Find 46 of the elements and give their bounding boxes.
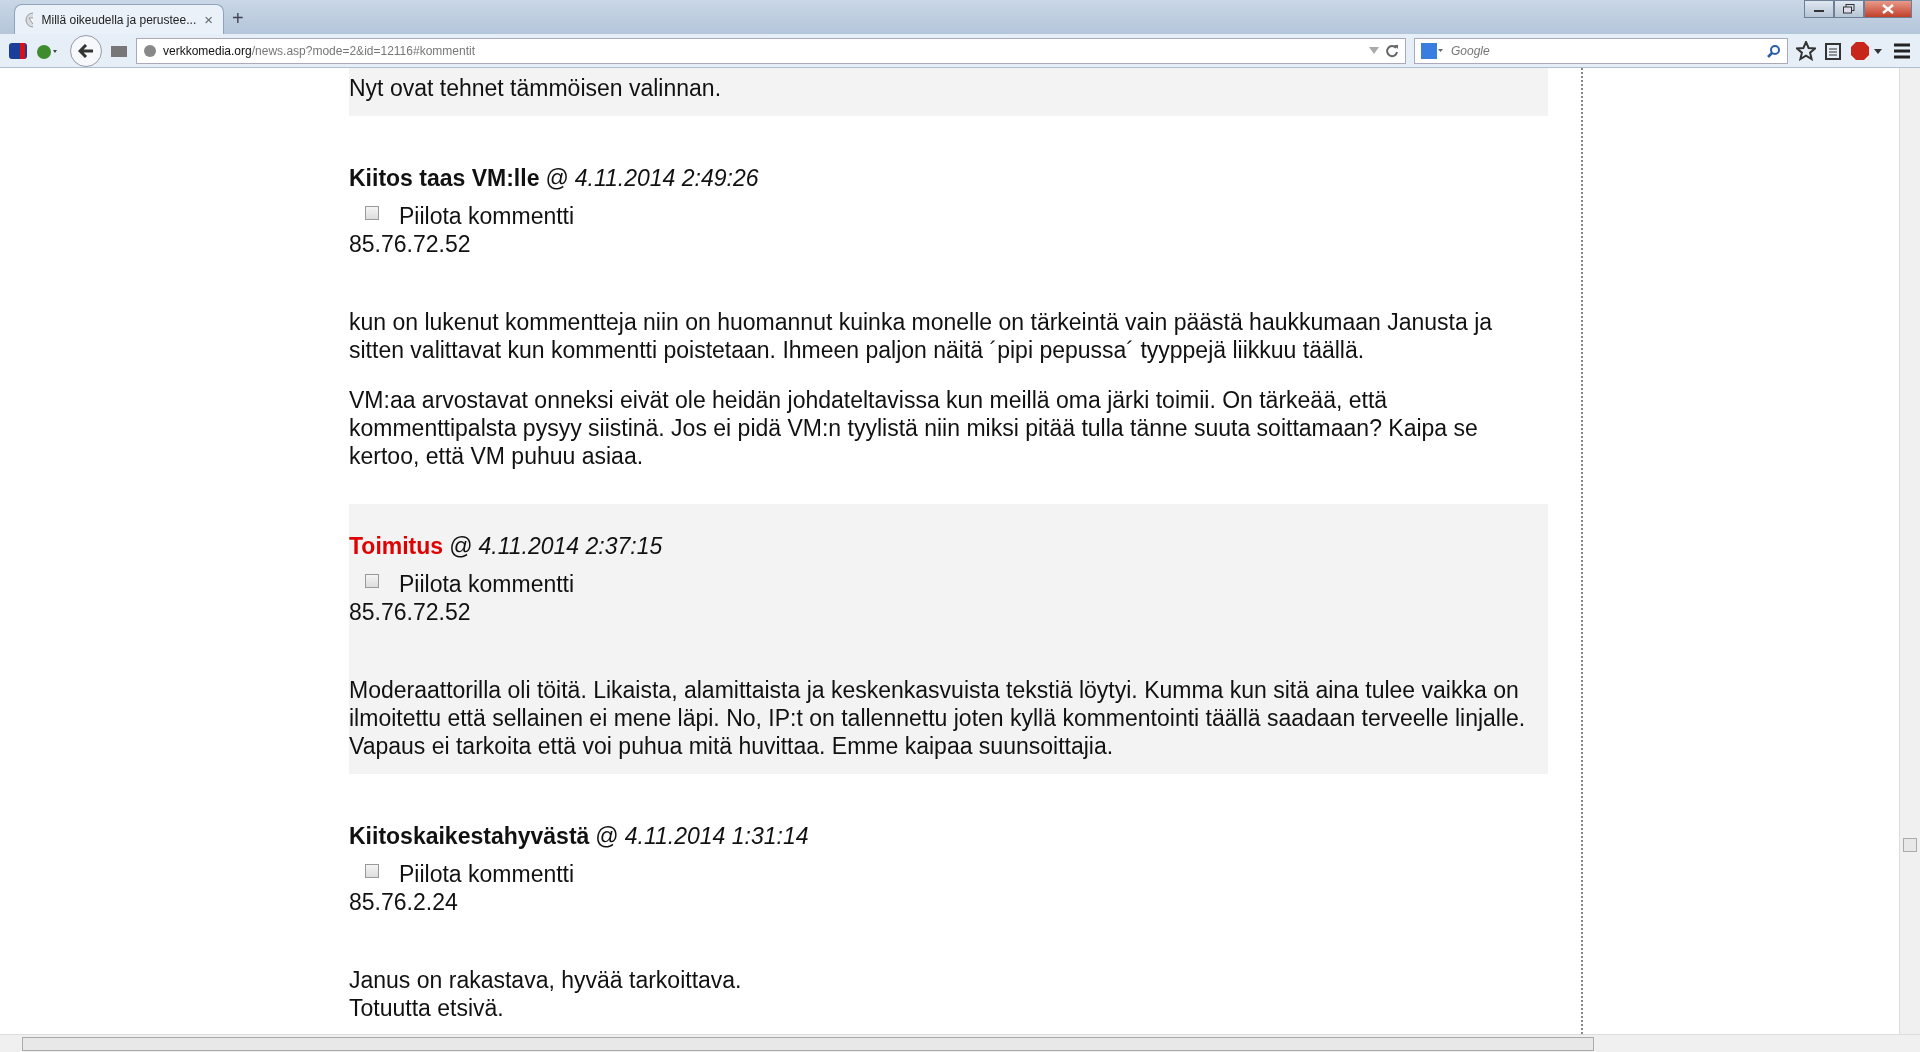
at-sign: @ xyxy=(545,164,569,192)
comment-date: 4.11.2014 2:37:15 xyxy=(478,532,663,560)
search-field[interactable]: Google xyxy=(1449,42,1761,59)
hide-checkbox[interactable] xyxy=(365,206,379,220)
minimize-button[interactable] xyxy=(1804,0,1834,18)
hide-checkbox[interactable] xyxy=(365,574,379,588)
ip-address: 85.76.72.52 xyxy=(349,598,472,626)
hide-comment-label[interactable]: Piilota kommentti xyxy=(399,202,575,230)
clipboard-icon[interactable] xyxy=(1824,41,1842,60)
browser-tab[interactable]: Millä oikeudella ja perustee... × xyxy=(14,4,224,34)
restore-button[interactable] xyxy=(1834,0,1864,18)
close-icon xyxy=(1882,4,1894,14)
comment-text: Janus on rakastava, hyvää tarkoittava. Totuutta etsivä. xyxy=(349,966,743,1022)
restore-icon xyxy=(1843,4,1855,14)
url-text: verkkomedia.org/news.asp?mode=2&id=12116#kommentit xyxy=(163,43,475,58)
close-tab-button[interactable]: × xyxy=(204,11,213,28)
at-sign: @ xyxy=(595,822,619,850)
address-bar[interactable]: verkkomedia.org/news.asp?mode=2&id=12116#kommentit xyxy=(136,37,1406,64)
comment-text: Nyt ovat tehnet tämmöisen valinnan. xyxy=(349,74,723,102)
comment-date: 4.11.2014 1:31:14 xyxy=(624,822,809,850)
comment-text: Moderaattorilla oli töitä. Likaista, alamittaista ja keskenkasvuista tekstiä löytyi. Kumma kun sitä aina tulee vaikka on ilmoitettu että sellainen ei mene läpi. No, IP:t on tallennettu joten kyllä kommentointi täällä saadaan terveelle linjalle. Vapaus ei tarkoita että voi puhua mitä huvittaa. Emme kaipaa suunsoittajia. xyxy=(349,676,1527,760)
horizontal-scrollbar[interactable] xyxy=(0,1034,1920,1052)
at-sign: @ xyxy=(449,532,473,560)
search-icon[interactable] xyxy=(1767,43,1781,58)
vertical-scrollbar[interactable] xyxy=(1899,68,1920,1034)
comment-date: 4.11.2014 2:49:26 xyxy=(574,164,759,192)
comment-author: Kiitoskaikestahyvästä xyxy=(349,822,590,850)
back-arrow-icon xyxy=(78,43,94,58)
hide-comment-label[interactable]: Piilota kommentti xyxy=(399,570,575,598)
new-tab-button[interactable]: + xyxy=(232,7,244,30)
back-button[interactable] xyxy=(70,34,102,67)
hide-checkbox[interactable] xyxy=(365,864,379,878)
menu-icon[interactable] xyxy=(1892,41,1912,60)
stop-sign-icon[interactable] xyxy=(1850,40,1884,61)
close-window-button[interactable] xyxy=(1864,0,1912,18)
reload-icon[interactable] xyxy=(1385,43,1399,58)
search-bar[interactable]: Google xyxy=(1414,37,1788,64)
ip-address: 85.76.72.52 xyxy=(349,230,472,258)
ip-address: 85.76.2.24 xyxy=(349,888,459,916)
comment-text: VM:aa arvostavat onneksi eivät ole heidän johdateltavissa kun meillä oma järki toimii. On tärkeää, että kommenttipalsta pysyy siistinä. Jos ei pidä VM:n tyylistä niin miksi pitää tulla tänne suuta soittamaan? Kaipa se kertoo, että VM puhuu asiaa. xyxy=(349,386,1479,470)
comment-text: kun on lukenut kommentteja niin on huomannut kuinka monelle on tärkeintä vain päästä haukkumaan Janusta ja sitten valittavat kun kommentti poistetaan. Ihmeen paljon näitä ´pipi pepussa´ tyyppejä liikkuu täällä. xyxy=(349,308,1494,364)
tab-title: Millä oikeudella ja perustee... xyxy=(41,12,197,27)
hide-comment-label[interactable]: Piilota kommentti xyxy=(399,860,575,888)
comment-author: Kiitos taas VM:lle xyxy=(349,164,540,192)
star-icon[interactable] xyxy=(1796,40,1816,61)
comment-author: Toimitus xyxy=(349,532,444,560)
